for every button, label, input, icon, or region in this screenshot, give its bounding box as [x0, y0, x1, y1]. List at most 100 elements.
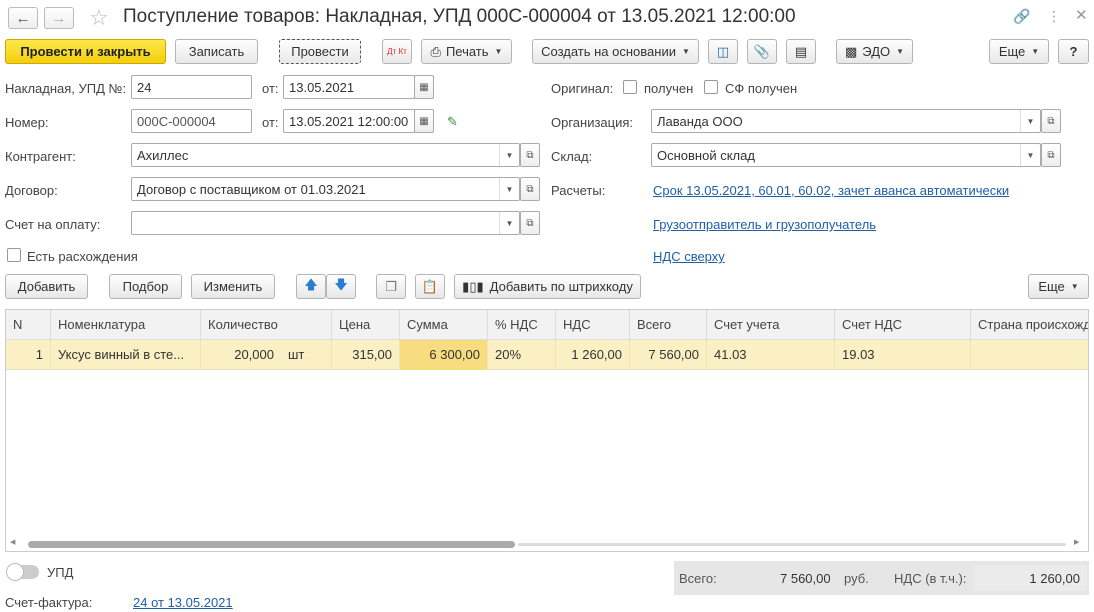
post-button[interactable]: Провести [279, 39, 361, 64]
column-header-price[interactable]: Цена [332, 310, 400, 340]
chevron-down-icon[interactable]: ▼ [499, 178, 519, 200]
organization-open-button[interactable]: ⧉ [1041, 109, 1061, 133]
cell-qty[interactable]: 20,000 [201, 340, 281, 370]
help-button[interactable]: ? [1058, 39, 1089, 64]
organization-value: Лаванда ООО [657, 114, 743, 129]
column-header-qty[interactable]: Количество [201, 310, 332, 340]
column-header-n[interactable]: N [6, 310, 51, 340]
column-header-sum[interactable]: Сумма [400, 310, 488, 340]
invoice-date-input[interactable]: 13.05.2021 [283, 75, 415, 99]
goods-table[interactable]: N Номенклатура Количество Цена Сумма % Н… [5, 309, 1089, 552]
cell-sum[interactable]: 6 300,00 [400, 340, 488, 370]
change-button[interactable]: Изменить [191, 274, 275, 299]
more-button[interactable]: Еще ▼ [989, 39, 1049, 64]
calendar-button[interactable]: ▦ [414, 75, 434, 99]
add-by-barcode-button[interactable]: ▮▯▮ Добавить по штрихкоду [454, 274, 641, 299]
column-header-total[interactable]: Всего [630, 310, 707, 340]
move-up-button[interactable]: 🡅 [296, 274, 326, 299]
organization-input[interactable]: Лаванда ООО ▼ [651, 109, 1041, 133]
forward-button[interactable]: → [44, 7, 74, 29]
hierarchy-icon: ◫ [716, 43, 730, 59]
chevron-down-icon: ▼ [494, 47, 503, 56]
cell-vat-account[interactable]: 19.03 [835, 340, 971, 370]
sf-received-checkbox[interactable] [704, 80, 718, 94]
cell-n[interactable]: 1 [6, 340, 51, 370]
attach-button[interactable]: 📎 [747, 39, 777, 64]
cell-vat-rate[interactable]: 20% [488, 340, 556, 370]
calendar-button-2[interactable]: ▦ [414, 109, 434, 133]
paste-icon: 📋 [421, 278, 439, 294]
cell-unit[interactable]: шт [281, 340, 332, 370]
chevron-down-icon: ▼ [681, 47, 690, 56]
column-header-account[interactable]: Счет учета [707, 310, 835, 340]
scroll-left-icon[interactable]: ◀ [10, 538, 15, 546]
payment-invoice-input[interactable]: ▼ [131, 211, 520, 235]
settlements-link[interactable]: Срок 13.05.2021, 60.01, 60.02, зачет ава… [653, 183, 1009, 198]
edo-button[interactable]: ▩ ЭДО ▼ [836, 39, 913, 64]
back-button[interactable]: ← [8, 7, 38, 29]
discrepancy-checkbox[interactable] [7, 248, 21, 262]
close-icon[interactable]: ✕ [1075, 6, 1088, 24]
vat-total-value: 1 260,00 [1029, 571, 1080, 586]
cell-vat[interactable]: 1 260,00 [556, 340, 630, 370]
original-received-checkbox[interactable] [623, 80, 637, 94]
number-input[interactable]: 000С-000004 [131, 109, 252, 133]
pick-button[interactable]: Подбор [109, 274, 182, 299]
column-header-vat-account[interactable]: Счет НДС [835, 310, 971, 340]
paste-row-button[interactable]: 📋 [415, 274, 445, 299]
table-row[interactable]: 1 Уксус винный в сте... 20,000 шт 315,00… [6, 340, 1088, 370]
number-label: Номер: [5, 115, 49, 130]
scrollbar-thumb[interactable] [28, 541, 515, 548]
cell-country[interactable] [971, 340, 1088, 370]
table-more-button[interactable]: Еще ▼ [1028, 274, 1089, 299]
chevron-down-icon[interactable]: ▼ [499, 212, 519, 234]
vat-on-top-link[interactable]: НДС сверху [653, 249, 725, 264]
open-icon: ⧉ [1047, 149, 1055, 161]
column-header-vat-rate[interactable]: % НДС [488, 310, 556, 340]
column-header-item[interactable]: Номенклатура [51, 310, 201, 340]
sf-link[interactable]: 24 от 13.05.2021 [133, 595, 233, 610]
warehouse-input[interactable]: Основной склад ▼ [651, 143, 1041, 167]
add-row-button[interactable]: Добавить [5, 274, 88, 299]
save-button[interactable]: Записать [175, 39, 258, 64]
vat-total-label: НДС (в т.ч.): [894, 571, 967, 586]
link-icon[interactable]: 🔗 [1013, 8, 1030, 25]
cell-account[interactable]: 41.03 [707, 340, 835, 370]
create-based-on-button[interactable]: Создать на основании ▼ [532, 39, 699, 64]
chevron-down-icon[interactable]: ▼ [1020, 144, 1040, 166]
table-more-label: Еще [1038, 279, 1065, 294]
report-button[interactable]: ▤ [786, 39, 816, 64]
more-vertical-icon[interactable]: ⋮ [1047, 8, 1061, 25]
dt-kt-button[interactable]: Дт Кт [382, 39, 412, 64]
number-datetime-input[interactable]: 13.05.2021 12:00:00 [283, 109, 415, 133]
payment-invoice-open-button[interactable]: ⧉ [520, 211, 540, 235]
arrow-left-icon: ← [15, 9, 31, 27]
structure-button[interactable]: ◫ [708, 39, 738, 64]
horizontal-scrollbar[interactable]: ◀ ▶ [6, 538, 1088, 550]
settlements-label: Расчеты: [551, 183, 606, 198]
upd-toggle[interactable] [6, 563, 39, 581]
chevron-down-icon[interactable]: ▼ [499, 144, 519, 166]
contract-input[interactable]: Договор с поставщиком от 01.03.2021 ▼ [131, 177, 520, 201]
column-header-country[interactable]: Страна происхожд [971, 310, 1088, 340]
open-icon: ⧉ [526, 183, 534, 195]
cell-item[interactable]: Уксус винный в сте... [51, 340, 201, 370]
post-and-close-button[interactable]: Провести и закрыть [5, 39, 166, 64]
column-header-vat[interactable]: НДС [556, 310, 630, 340]
chevron-down-icon[interactable]: ▼ [1020, 110, 1040, 132]
print-button[interactable]: ⎙ Печать ▼ [421, 39, 512, 64]
move-down-button[interactable]: 🡇 [326, 274, 356, 299]
warehouse-open-button[interactable]: ⧉ [1041, 143, 1061, 167]
counterparty-input[interactable]: Ахиллес ▼ [131, 143, 520, 167]
shipper-consignee-link[interactable]: Грузоотправитель и грузополучатель [653, 217, 876, 232]
favorite-star-icon[interactable]: ☆ [89, 5, 109, 31]
counterparty-open-button[interactable]: ⧉ [520, 143, 540, 167]
open-icon: ⧉ [526, 149, 534, 161]
copy-row-button[interactable]: ❐ [376, 274, 406, 299]
invoice-number-input[interactable]: 24 [131, 75, 252, 99]
contract-open-button[interactable]: ⧉ [520, 177, 540, 201]
edit-check-icon[interactable]: ✎ [447, 114, 458, 130]
cell-total[interactable]: 7 560,00 [630, 340, 707, 370]
cell-price[interactable]: 315,00 [332, 340, 400, 370]
scroll-right-icon[interactable]: ▶ [1074, 538, 1079, 546]
